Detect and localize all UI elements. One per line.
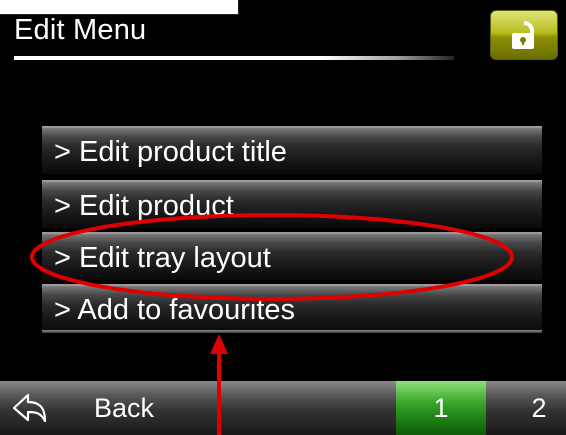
- page-title: Edit Menu: [14, 14, 147, 46]
- menu-bottom-divider: [42, 330, 542, 333]
- menu-item-edit-product-title[interactable]: > Edit product title: [42, 126, 542, 174]
- device-screen: Edit Menu > Edit product title > Edit pr…: [0, 0, 566, 435]
- back-button[interactable]: Back: [0, 381, 240, 435]
- menu-item-add-to-favourites[interactable]: > Add to favourites: [42, 284, 542, 332]
- page-2-button[interactable]: 2: [494, 381, 566, 435]
- title-underline: [14, 56, 454, 60]
- menu-item-edit-tray-layout[interactable]: > Edit tray layout: [42, 232, 542, 280]
- back-label: Back: [94, 393, 155, 423]
- menu-item-label: > Edit tray layout: [54, 242, 271, 274]
- annotation-arrowhead: [210, 334, 228, 354]
- menu-item-label: > Edit product: [54, 190, 234, 222]
- page-1-button[interactable]: 1: [396, 381, 486, 435]
- back-arrow-icon: [12, 393, 47, 423]
- menu-item-label: > Edit product title: [54, 136, 287, 168]
- photo-border-notch: [0, 0, 239, 15]
- menu-item-edit-product[interactable]: > Edit product: [42, 180, 542, 228]
- unlocked-padlock-icon: [512, 21, 534, 49]
- lock-button[interactable]: [490, 10, 558, 60]
- menu-item-label: > Add to favourites: [54, 294, 296, 326]
